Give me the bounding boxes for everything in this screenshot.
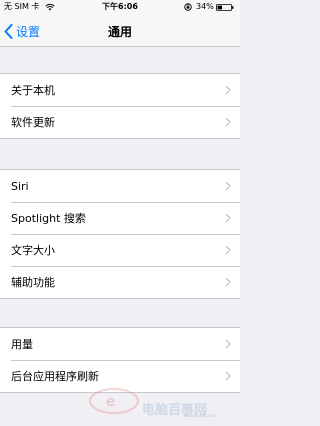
settings-group-search: Siri Spotlight 搜索 文字大小 辅助功能 (0, 169, 240, 299)
settings-group-about: 关于本机 软件更新 (0, 73, 240, 139)
chevron-right-icon (225, 181, 231, 191)
chevron-right-icon (225, 117, 231, 127)
navigation-bar: 设置 通用 (0, 14, 240, 47)
list-item-background-app-refresh[interactable]: 后台应用程序刷新 (0, 360, 240, 392)
chevron-right-icon (225, 277, 231, 287)
chevron-right-icon (225, 245, 231, 255)
rotation-lock-icon (184, 3, 192, 11)
list-item-label: Spotlight 搜索 (11, 212, 86, 225)
battery-icon (216, 4, 234, 11)
list-item-accessibility[interactable]: 辅助功能 (0, 266, 240, 298)
list-item-label: 辅助功能 (11, 276, 55, 289)
chevron-right-icon (225, 213, 231, 223)
watermark-subtext: www.pc841.com (184, 413, 217, 418)
chevron-right-icon (225, 339, 231, 349)
chevron-right-icon (225, 85, 231, 95)
list-item-label: 文字大小 (11, 244, 55, 257)
list-item-label: 用量 (11, 338, 33, 351)
list-item-siri[interactable]: Siri (0, 170, 240, 202)
page-title: 通用 (107, 25, 132, 39)
battery-percent: 34% (196, 2, 214, 11)
list-item-software-update[interactable]: 软件更新 (0, 106, 240, 138)
list-item-label: 后台应用程序刷新 (11, 370, 99, 383)
svg-text:e: e (106, 394, 116, 410)
status-bar: 无 SIM 卡 下午6:06 34% (0, 0, 240, 14)
list-item-usage[interactable]: 用量 (0, 328, 240, 360)
list-item-label: 软件更新 (11, 116, 55, 129)
list-item-text-size[interactable]: 文字大小 (0, 234, 240, 266)
list-item-label: Siri (11, 179, 29, 193)
chevron-right-icon (225, 371, 231, 381)
list-item-label: 关于本机 (11, 84, 55, 97)
list-item-about[interactable]: 关于本机 (0, 74, 240, 106)
list-item-spotlight[interactable]: Spotlight 搜索 (0, 202, 240, 234)
settings-group-usage: 用量 后台应用程序刷新 (0, 327, 240, 393)
watermark-text: 电脑百事网 (142, 403, 208, 418)
